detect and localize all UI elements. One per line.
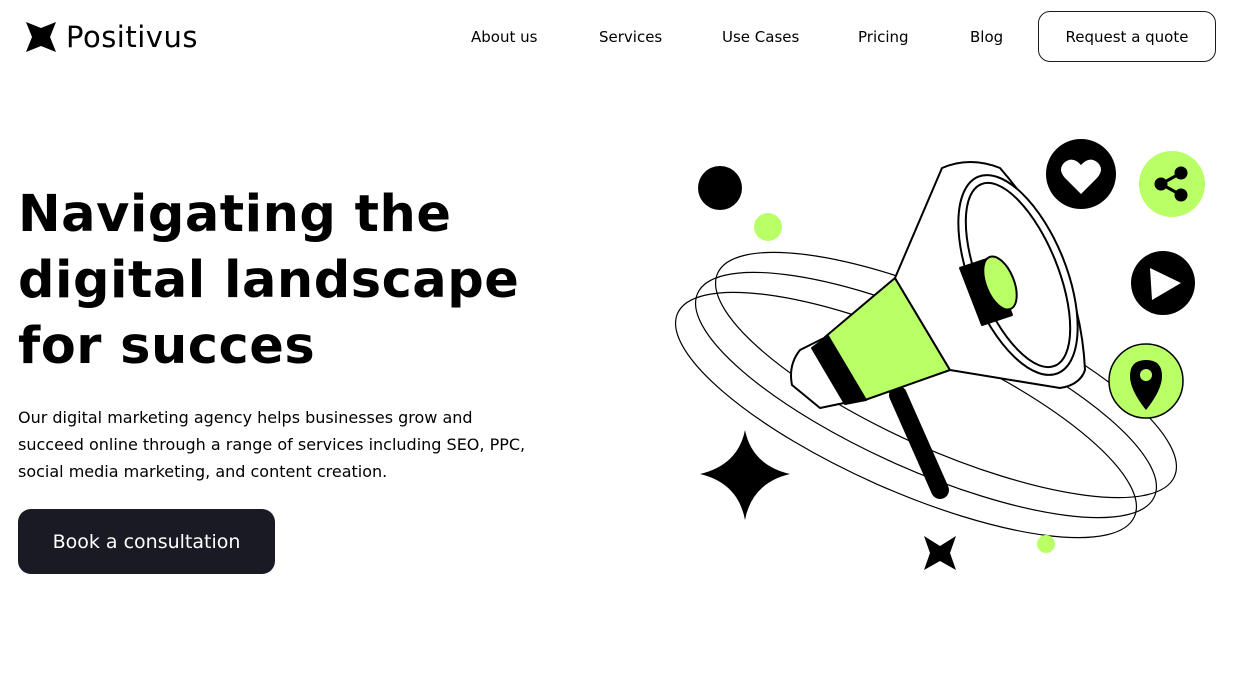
hero-title-line: Navigating the	[18, 185, 452, 244]
share-icon	[1139, 151, 1205, 217]
request-quote-button[interactable]: Request a quote	[1038, 11, 1216, 62]
megaphone-icon	[790, 161, 1086, 499]
nav-link-services[interactable]: Services	[599, 27, 662, 47]
hero-illustration	[674, 139, 1205, 570]
nav-link-pricing[interactable]: Pricing	[858, 27, 909, 47]
brand-name: Positivus	[66, 20, 198, 54]
hero-title-line: for succes	[18, 317, 316, 376]
sparkle-star-icon	[700, 430, 790, 520]
hero-title-line: digital landscape	[18, 251, 520, 310]
nav-link-blog[interactable]: Blog	[970, 27, 1003, 47]
book-consultation-button[interactable]: Book a consultation	[18, 509, 275, 574]
decorative-dot	[698, 166, 742, 210]
play-icon	[1131, 251, 1195, 315]
location-pin-icon	[1108, 343, 1184, 419]
small-star-icon	[924, 536, 956, 570]
logo[interactable]: Positivus	[26, 20, 198, 54]
hero-title: Navigating the digital landscape for suc…	[18, 182, 578, 380]
decorative-dot	[1037, 535, 1055, 553]
decorative-dot	[754, 213, 782, 241]
nav-link-use-cases[interactable]: Use Cases	[722, 27, 799, 47]
hero-description: Our digital marketing agency helps busin…	[18, 408, 526, 481]
nav-link-about-us[interactable]: About us	[471, 27, 537, 47]
heart-icon	[1046, 139, 1116, 209]
logo-star-icon	[26, 22, 56, 52]
site-header: Positivus About us Services Use Cases Pr…	[0, 0, 1236, 80]
